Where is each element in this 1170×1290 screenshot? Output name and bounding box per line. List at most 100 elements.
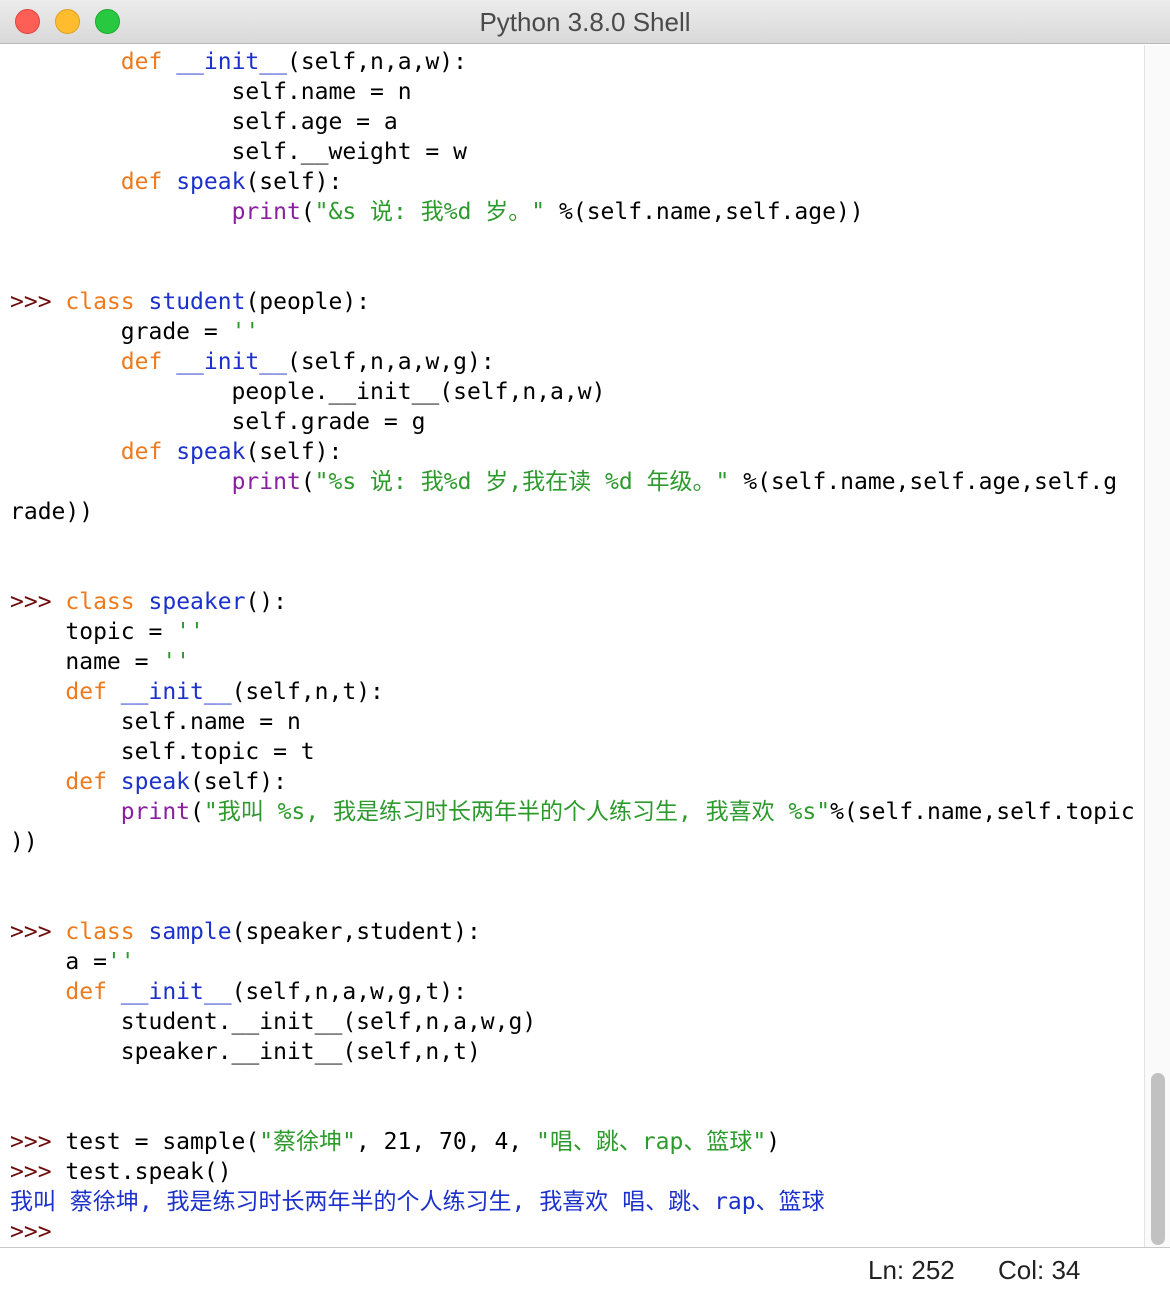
shell-line: def __init__(self,n,a,w):: [10, 47, 1144, 77]
shell-line: self.grade = g: [10, 407, 1144, 437]
keyword-token: class: [65, 589, 135, 615]
keyword-token: def: [120, 439, 163, 465]
keyword-token: def: [65, 769, 107, 795]
shell-line: 我叫 蔡徐坤, 我是练习时长两年半的个人练习生, 我喜欢 唱、跳、rap、篮球: [10, 1187, 1144, 1217]
code-text: self.name = n: [10, 709, 301, 735]
string-token: '': [106, 949, 135, 975]
keyword-token: def: [120, 349, 163, 375]
string-token: '': [162, 649, 191, 675]
code-text: rade)): [10, 499, 94, 525]
keyword-token: def: [120, 169, 163, 195]
shell-line: def speak(self):: [10, 767, 1144, 797]
code-text: , 21, 70, 4,: [355, 1129, 536, 1155]
shell-line: self.__weight = w: [10, 137, 1144, 167]
code-text: student.__init__(self,n,a,w,g): [10, 1009, 537, 1035]
line-number-indicator: Ln: 252: [868, 1255, 955, 1285]
code-text: people.__init__(self,n,a,w): [10, 379, 606, 405]
code-text: (: [300, 469, 315, 495]
string-token: "唱、跳、rap、篮球": [535, 1129, 767, 1155]
shell-line: student.__init__(self,n,a,w,g): [10, 1007, 1144, 1037]
shell-prompt: >>>: [10, 1129, 66, 1155]
definition-token: speak: [120, 769, 191, 795]
builtin-token: print: [231, 469, 301, 495]
shell-line: >>> test.speak(): [10, 1157, 1144, 1187]
shell-line: )): [10, 827, 1144, 857]
code-text: (self,n,t):: [231, 679, 384, 705]
string-token: "%s 说: 我%d 岁,我在读 %d 年级。": [314, 469, 730, 495]
string-token: "我叫 %s, 我是练习时长两年半的个人练习生, 我喜欢 %s": [203, 799, 831, 825]
definition-token: student: [148, 289, 246, 315]
code-text: %(self.name,self.age)): [545, 199, 864, 225]
code-text: self.age = a: [10, 109, 398, 135]
string-token: "蔡徐坤": [259, 1129, 356, 1155]
vertical-scrollbar[interactable]: [1144, 45, 1170, 1247]
title-bar: Python 3.8.0 Shell: [0, 0, 1170, 44]
shell-line: >>> class speaker():: [10, 587, 1144, 617]
keyword-token: class: [65, 289, 135, 315]
keyword-token: def: [65, 679, 107, 705]
shell-text-area[interactable]: def __init__(self,n,a,w): self.name = n …: [0, 45, 1144, 1247]
code-text: (self,n,a,w,g,t):: [231, 979, 467, 1005]
code-text: (self,n,a,w,g):: [286, 349, 495, 375]
shell-line: def __init__(self,n,a,w,g,t):: [10, 977, 1144, 1007]
code-text: %(self.name,self.topic: [830, 799, 1135, 825]
code-text: self.__weight = w: [10, 139, 467, 165]
string-token: "&s 说: 我%d 岁。": [314, 199, 546, 225]
keyword-token: def: [120, 49, 163, 75]
shell-line: self.topic = t: [10, 737, 1144, 767]
shell-prompt: >>>: [10, 919, 66, 945]
shell-line: >>> test = sample("蔡徐坤", 21, 70, 4, "唱、跳…: [10, 1127, 1144, 1157]
code-text: (self,n,a,w):: [286, 49, 467, 75]
code-text: (: [190, 799, 204, 825]
code-text: (self):: [245, 169, 343, 195]
code-text: topic =: [10, 619, 177, 645]
shell-line: name = '': [10, 647, 1144, 677]
definition-token: __init__: [176, 349, 287, 375]
scrollbar-thumb[interactable]: [1151, 1073, 1165, 1245]
code-text: self.grade = g: [10, 409, 426, 435]
shell-content: def __init__(self,n,a,w): self.name = n …: [0, 45, 1144, 1247]
definition-token: sample: [148, 919, 232, 945]
shell-line: >>> class sample(speaker,student):: [10, 917, 1144, 947]
keyword-token: def: [65, 979, 107, 1005]
code-text: (speaker,student):: [231, 919, 481, 945]
shell-line: people.__init__(self,n,a,w): [10, 377, 1144, 407]
keyword-token: class: [65, 919, 135, 945]
code-text: self.topic = t: [10, 739, 315, 765]
shell-line: rade)): [10, 497, 1144, 527]
shell-line: def __init__(self,n,t):: [10, 677, 1144, 707]
code-text: test = sample(: [65, 1129, 260, 1155]
shell-line: self.name = n: [10, 707, 1144, 737]
code-text: %(self.name,self.age,self.g: [729, 469, 1118, 495]
code-text: test.speak(): [65, 1159, 232, 1185]
builtin-token: print: [120, 799, 191, 825]
shell-line: print("%s 说: 我%d 岁,我在读 %d 年级。" %(self.na…: [10, 467, 1144, 497]
code-text: speaker.__init__(self,n,t): [10, 1039, 481, 1065]
shell-line: print("我叫 %s, 我是练习时长两年半的个人练习生, 我喜欢 %s"%(…: [10, 797, 1144, 827]
shell-line: >>>: [10, 1217, 1144, 1247]
definition-token: speak: [176, 169, 246, 195]
